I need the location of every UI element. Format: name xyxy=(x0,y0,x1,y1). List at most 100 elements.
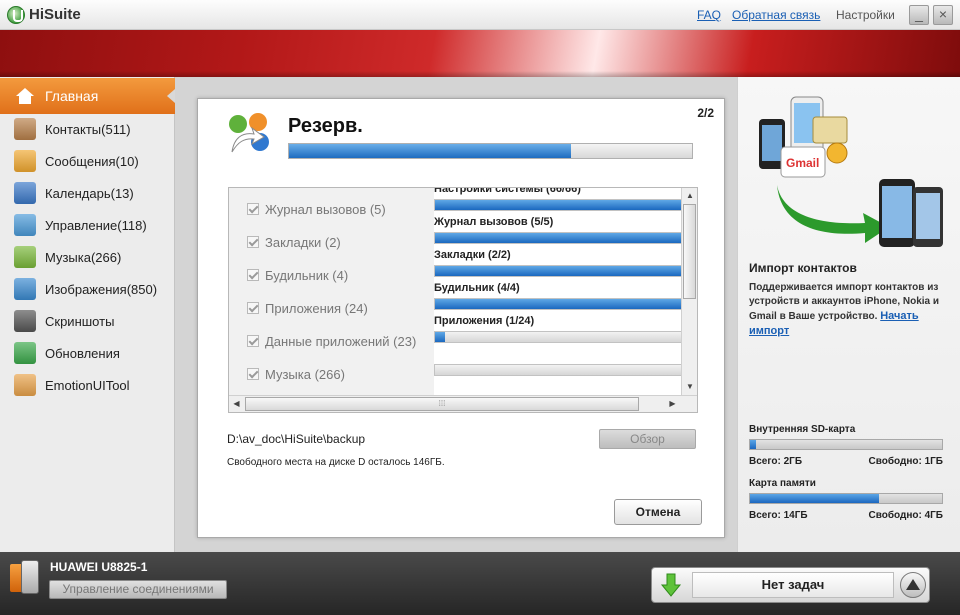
horizontal-scrollbar[interactable]: ◀ ⁞⁞⁞ ▶ xyxy=(229,395,697,412)
scroll-left-icon[interactable]: ◀ xyxy=(229,396,244,412)
checkbox[interactable] xyxy=(247,203,259,215)
sidebar-item-4[interactable]: Управление(118) xyxy=(0,209,175,241)
item-progress-bar xyxy=(434,199,681,211)
checkbox[interactable] xyxy=(247,302,259,314)
device-name: HUAWEI U8825-1 xyxy=(50,560,148,574)
import-title: Импорт контактов xyxy=(749,261,857,275)
memory-card-fill xyxy=(750,494,879,503)
backup-item-label: Закладки (2) xyxy=(265,234,341,250)
backup-item-row[interactable]: Журнал вызовов (5) xyxy=(247,199,386,219)
backup-items-list: Журнал вызовов (5) Закладки (2) Будильник … xyxy=(228,187,698,413)
item-progress-bar xyxy=(434,331,681,343)
right-panel: Gmail Импорт контактов Поддерживается им… xyxy=(737,77,960,552)
scroll-down-icon[interactable]: ▼ xyxy=(682,379,697,394)
emotion-icon xyxy=(14,374,36,396)
music-icon xyxy=(14,246,36,268)
gmail-label: Gmail xyxy=(786,156,819,170)
sidebar-item-label: Музыка(266) xyxy=(45,249,122,265)
backup-item-label: Музыка (266) xyxy=(265,366,345,382)
sidebar-item-1[interactable]: Контакты(511) xyxy=(0,113,175,145)
dialog-title: Резерв. xyxy=(288,115,363,137)
messages-icon xyxy=(14,150,36,172)
item-progress-fill xyxy=(435,266,681,276)
sidebar-item-5[interactable]: Музыка(266) xyxy=(0,241,175,273)
checkbox[interactable] xyxy=(247,236,259,248)
connection-manager-button[interactable]: Управление соединениями xyxy=(49,580,227,599)
backup-item-label: Журнал вызовов (5) xyxy=(265,201,386,217)
sidebar-item-0[interactable]: Главная xyxy=(0,78,175,114)
item-checklist: Журнал вызовов (5) Закладки (2) Будильник … xyxy=(229,188,433,395)
sidebar-item-label: Обновления xyxy=(45,345,120,361)
memory-card-bar xyxy=(749,493,943,504)
sidebar-item-label: EmotionUITool xyxy=(45,377,130,393)
vertical-scroll-thumb[interactable] xyxy=(683,204,696,299)
cancel-button[interactable]: Отмена xyxy=(614,499,702,525)
sidebar-item-9[interactable]: EmotionUITool xyxy=(0,369,175,401)
scroll-right-icon[interactable]: ▶ xyxy=(665,396,680,412)
checkbox[interactable] xyxy=(247,368,259,380)
progress-label: Настройки системы (66/66) xyxy=(434,188,581,195)
horizontal-scroll-thumb[interactable]: ⁞⁞⁞ xyxy=(245,397,639,411)
browse-button[interactable]: Обзор xyxy=(599,429,696,449)
item-progress-list: Настройки системы (66/66) Журнал вызовов … xyxy=(434,188,681,395)
faq-link[interactable]: FAQ xyxy=(697,8,721,22)
backup-item-label: Приложения (24) xyxy=(265,300,368,316)
sidebar-item-8[interactable]: Обновления xyxy=(0,337,175,369)
scroll-up-icon[interactable]: ▲ xyxy=(682,188,697,203)
sidebar-item-label: Изображения(850) xyxy=(45,281,158,297)
item-progress-fill xyxy=(435,299,681,309)
sidebar-item-label: Сообщения(10) xyxy=(45,153,139,169)
expand-tasks-icon[interactable] xyxy=(900,572,926,598)
checkbox[interactable] xyxy=(247,335,259,347)
memory-card-label: Карта памяти xyxy=(749,478,816,489)
backup-item-row[interactable]: Будильник (4) xyxy=(247,265,348,285)
feedback-link[interactable]: Обратная связь xyxy=(732,8,820,22)
sidebar-item-2[interactable]: Сообщения(10) xyxy=(0,145,175,177)
backup-item-label: Данные приложений (23) xyxy=(265,333,417,349)
update-icon xyxy=(14,342,36,364)
calendar-icon xyxy=(14,182,36,204)
backup-item-row[interactable]: Музыка (266) xyxy=(247,364,345,384)
import-contacts-illustration: Gmail xyxy=(759,96,943,247)
sidebar-item-label: Контакты(511) xyxy=(45,121,131,137)
item-progress-bar xyxy=(434,364,681,376)
progress-label: Будильник (4/4) xyxy=(434,282,520,294)
download-arrow-icon xyxy=(660,573,682,597)
sidebar-item-label: Управление(118) xyxy=(45,217,147,233)
hisuite-logo-icon xyxy=(7,6,25,24)
overall-progress-bar xyxy=(288,143,693,159)
free-space-text: Свободного места на диске D осталось 146… xyxy=(227,457,445,468)
import-description: Поддерживается импорт контактов из устро… xyxy=(749,281,949,339)
close-button[interactable]: × xyxy=(933,5,953,25)
sidebar-item-3[interactable]: Календарь(13) xyxy=(0,177,175,209)
screenshot-icon xyxy=(14,310,36,332)
sidebar-item-7[interactable]: Скриншоты xyxy=(0,305,175,337)
item-progress-fill xyxy=(435,200,681,210)
phone-icon xyxy=(21,560,39,594)
overall-progress-fill xyxy=(289,144,572,158)
bottom-bar: HUAWEI U8825-1 Управление соединениями Н… xyxy=(0,552,960,615)
minimize-button[interactable]: _ xyxy=(909,5,929,25)
settings-link[interactable]: Настройки xyxy=(836,8,895,22)
backup-item-row[interactable]: Закладки (2) xyxy=(247,232,341,252)
apps-icon xyxy=(14,214,36,236)
internal-storage-bar xyxy=(749,439,943,450)
checkbox[interactable] xyxy=(247,269,259,281)
vertical-scrollbar[interactable]: ▲ ▼ xyxy=(681,188,697,395)
backup-item-row[interactable]: Данные приложений (23) xyxy=(247,331,416,351)
progress-label: Закладки (2/2) xyxy=(434,249,511,261)
sidebar-item-label: Главная xyxy=(45,88,99,104)
task-panel: Нет задач xyxy=(651,567,930,603)
step-indicator: 2/2 xyxy=(697,106,714,120)
internal-storage-total: Всего: 2ГБ xyxy=(749,456,803,467)
header-banner xyxy=(0,30,960,77)
home-icon xyxy=(14,85,36,107)
backup-dialog: Резерв. 2/2 Журнал вызовов (5) Закладки (… xyxy=(197,98,725,538)
progress-label: Приложения (1/24) xyxy=(434,315,535,327)
sidebar-item-6[interactable]: Изображения(850) xyxy=(0,273,175,305)
item-progress-bar xyxy=(434,232,681,244)
backup-icon xyxy=(229,113,269,153)
app-title: HiSuite xyxy=(29,6,81,23)
backup-item-row[interactable]: Приложения (24) xyxy=(247,298,368,318)
progress-label: Журнал вызовов (5/5) xyxy=(434,216,554,228)
